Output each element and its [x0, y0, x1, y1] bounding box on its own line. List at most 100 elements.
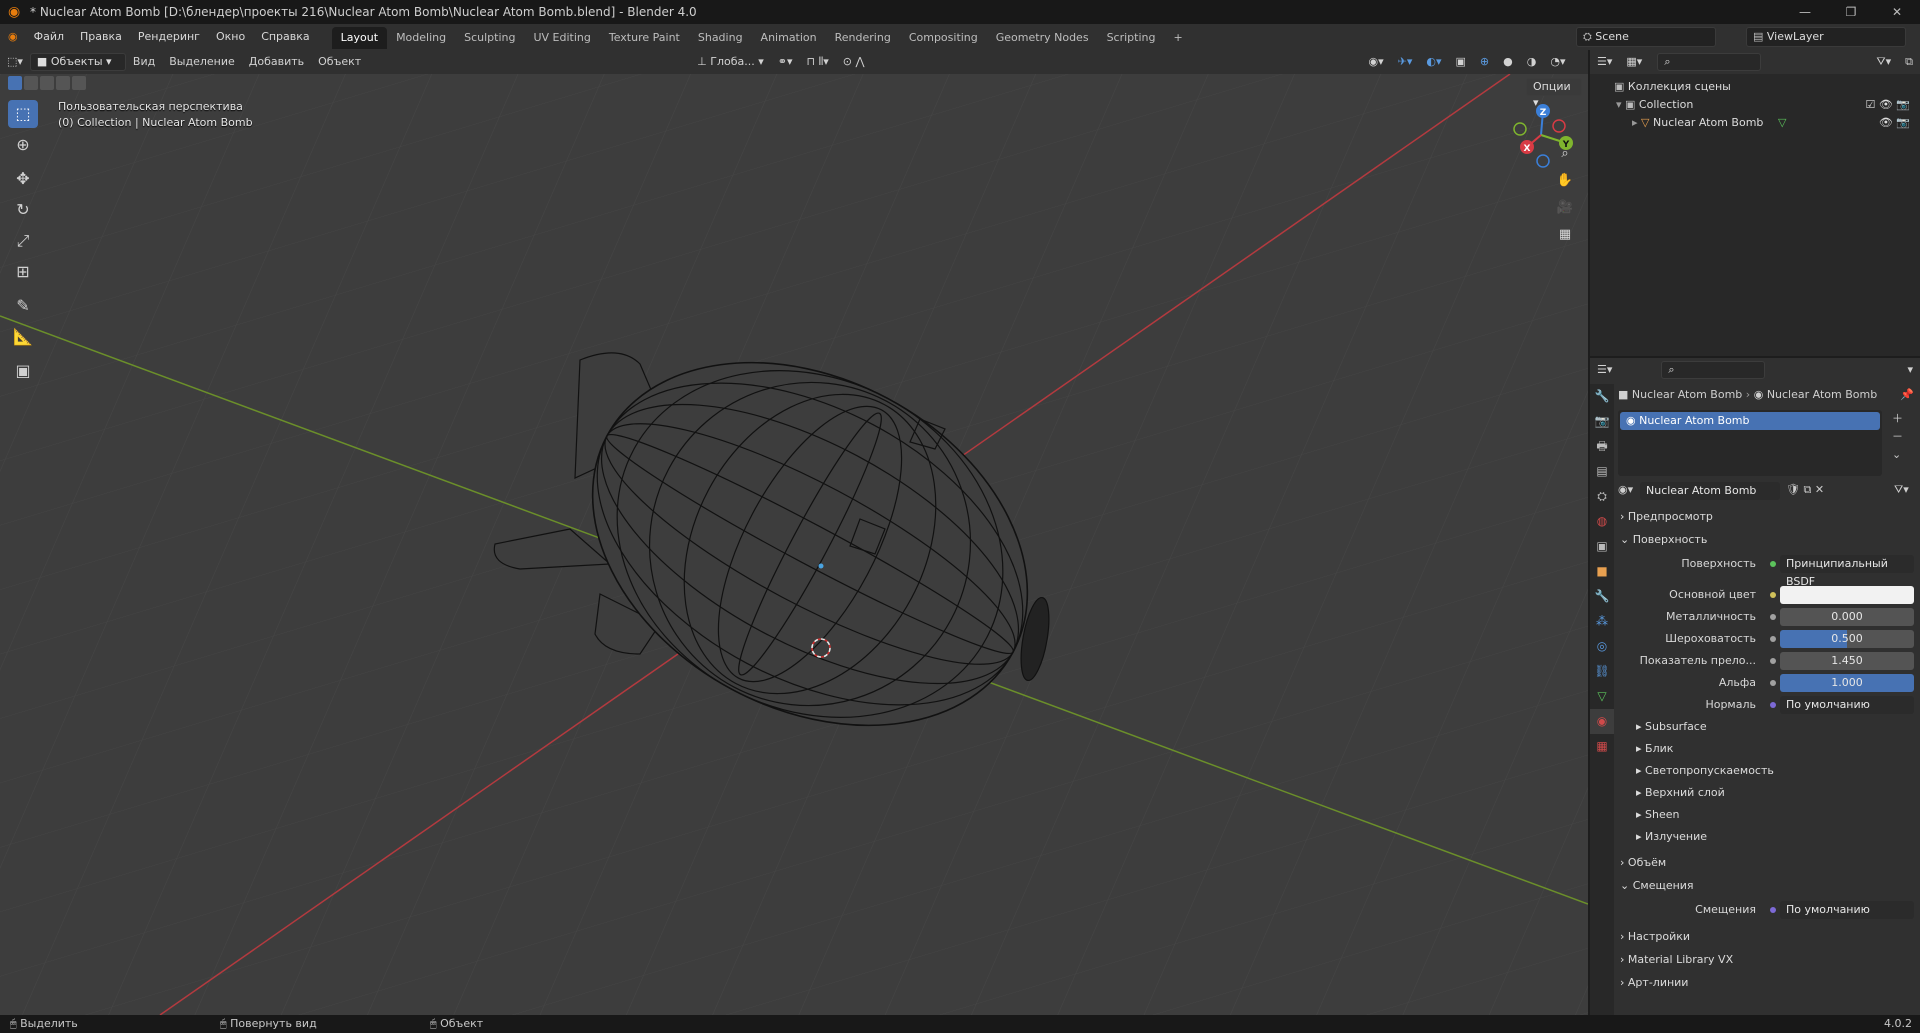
unlink-material-icon[interactable]: ✕ — [1815, 483, 1824, 496]
tab-output-icon[interactable]: 🖶 — [1590, 434, 1614, 459]
minimize-icon[interactable]: — — [1782, 0, 1828, 24]
menu-window[interactable]: Окно — [208, 24, 253, 50]
properties-editor-type-icon[interactable]: ☰▾ — [1590, 358, 1619, 382]
ortho-toggle-icon[interactable]: ▦ — [1553, 223, 1577, 247]
browse-material-icon[interactable]: ◉▾ — [1618, 483, 1633, 496]
shading-rendered-icon[interactable]: ◔▾ — [1543, 50, 1572, 74]
mode-selector[interactable]: ■ Объекты ▾ — [29, 53, 126, 71]
material-name-field[interactable]: Nuclear Atom Bomb — [1640, 482, 1780, 500]
subpanel-subsurface[interactable]: ▸ Subsurface — [1636, 717, 1916, 737]
subpanel-transmission[interactable]: ▸ Светопропускаемость — [1636, 761, 1916, 781]
menu-help[interactable]: Справка — [253, 24, 317, 50]
ior-field[interactable]: 1.450 — [1780, 652, 1914, 670]
measure-tool-icon[interactable]: 📐 — [8, 323, 38, 351]
transform-orientation-dropdown[interactable]: ⊥ Глоба... ▾ — [690, 50, 771, 74]
tab-compositing[interactable]: Compositing — [900, 27, 987, 49]
tab-modifiers-icon[interactable]: 🔧 — [1590, 584, 1614, 609]
proportional-edit-icon[interactable]: ⊙ ⋀ — [836, 50, 872, 74]
annotate-tool-icon[interactable]: ✎ — [8, 292, 38, 320]
material-filter-icon[interactable]: ⛛▾ — [1894, 483, 1909, 497]
scene-selector[interactable]: ⛭ Scene — [1576, 27, 1716, 47]
tab-animation[interactable]: Animation — [752, 27, 826, 49]
editor-type-icon[interactable]: ⬚▾ — [0, 50, 30, 74]
expand-icon[interactable]: ▸ — [1632, 116, 1641, 129]
render-icon[interactable]: 📷 — [1896, 98, 1910, 111]
restore-icon[interactable]: ❐ — [1828, 0, 1874, 24]
outliner-editor-type-icon[interactable]: ☰▾ — [1590, 50, 1619, 74]
tab-scripting[interactable]: Scripting — [1098, 27, 1165, 49]
outliner-row-collection[interactable]: ▾ ▣ Collection ☑ 👁 📷 — [1590, 96, 1920, 114]
add-slot-button[interactable]: ＋ — [1892, 410, 1903, 428]
subpanel-emission[interactable]: ▸ Излучение — [1636, 827, 1916, 847]
tab-shading[interactable]: Shading — [689, 27, 752, 49]
tab-object-icon[interactable]: ■ — [1590, 559, 1614, 584]
normal-field[interactable]: По умолчанию — [1780, 696, 1914, 714]
subpanel-sheen[interactable]: ▸ Sheen — [1636, 805, 1916, 825]
eye-icon[interactable]: 👁 — [1879, 116, 1893, 129]
remove-slot-button[interactable]: － — [1892, 428, 1903, 446]
fake-user-icon[interactable]: 🛡 — [1786, 483, 1800, 496]
display-mode-icon[interactable]: ▦▾ — [1619, 50, 1649, 74]
menu-edit[interactable]: Правка — [72, 24, 130, 50]
view-layer-selector[interactable]: ▤ ViewLayer — [1746, 27, 1906, 47]
options-dropdown[interactable]: Опции ▾ — [1526, 78, 1582, 109]
subpanel-coat[interactable]: ▸ Верхний слой — [1636, 783, 1916, 803]
tab-constraints-icon[interactable]: ⛓ — [1590, 659, 1614, 684]
tab-texture-icon[interactable]: ▦ — [1590, 734, 1614, 759]
tab-scene-icon[interactable]: ⛭ — [1590, 484, 1614, 509]
menu-select[interactable]: Выделение — [162, 50, 242, 74]
mesh-data-icon[interactable]: ▽ — [1778, 114, 1786, 132]
tab-data-icon[interactable]: ▽ — [1590, 684, 1614, 709]
close-icon[interactable]: ✕ — [1874, 0, 1920, 24]
menu-object[interactable]: Объект — [311, 50, 368, 74]
properties-options-icon[interactable]: ▾ — [1900, 358, 1920, 382]
3d-viewport[interactable]: Z Y X Пользовательская перспектива (0) C… — [0, 74, 1588, 1015]
zoom-icon[interactable]: ⌕ — [1553, 142, 1577, 166]
pin-icon[interactable]: 📌 — [1900, 384, 1914, 406]
tab-sculpting[interactable]: Sculpting — [455, 27, 524, 49]
menu-render[interactable]: Рендеринг — [130, 24, 208, 50]
add-cube-tool-icon[interactable]: ▣ — [8, 357, 38, 385]
blender-menu-icon[interactable]: ◉ — [0, 24, 26, 50]
section-volume[interactable]: › Объём — [1620, 852, 1916, 874]
add-workspace-button[interactable]: + — [1164, 27, 1191, 49]
roughness-field[interactable]: 0.500 — [1780, 630, 1914, 648]
menu-add[interactable]: Добавить — [242, 50, 311, 74]
section-surface[interactable]: ⌄ Поверхность — [1620, 529, 1916, 551]
tab-uv-editing[interactable]: UV Editing — [524, 27, 599, 49]
tab-view-layer-icon[interactable]: ▤ — [1590, 459, 1614, 484]
tab-modeling[interactable]: Modeling — [387, 27, 455, 49]
section-preview[interactable]: › Предпросмотр — [1620, 506, 1916, 528]
select-new-icon[interactable] — [8, 76, 22, 90]
tab-layout[interactable]: Layout — [331, 27, 388, 49]
select-intersect-icon[interactable] — [72, 76, 86, 90]
surface-shader-field[interactable]: Принципиальный BSDF — [1780, 555, 1914, 588]
material-slot-list[interactable]: ◉ Nuclear Atom Bomb — [1618, 410, 1882, 476]
select-box-tool-icon[interactable]: ⬚ — [8, 100, 38, 128]
tab-tool-icon[interactable]: 🔧 — [1590, 384, 1614, 409]
menu-file[interactable]: Файл — [26, 24, 72, 50]
section-material-library[interactable]: › Material Library VX — [1620, 949, 1916, 971]
filter-icon[interactable]: ⛛▾ — [1869, 50, 1898, 74]
exclude-checkbox-icon[interactable]: ☑ — [1865, 98, 1875, 111]
outliner-row-scene-collection[interactable]: ▣ Коллекция сцены — [1590, 78, 1920, 96]
subpanel-specular[interactable]: ▸ Блик — [1636, 739, 1916, 759]
pan-hand-icon[interactable]: ✋ — [1553, 169, 1577, 193]
tab-texture-paint[interactable]: Texture Paint — [600, 27, 689, 49]
section-displacement[interactable]: ⌄ Смещения — [1620, 875, 1916, 897]
duplicate-material-icon[interactable]: ⧉ — [1803, 483, 1811, 496]
xray-icon[interactable]: ▣ — [1449, 50, 1473, 74]
shading-solid-icon[interactable]: ● — [1496, 50, 1520, 74]
pivot-icon[interactable]: ⚭▾ — [771, 50, 800, 74]
move-tool-icon[interactable]: ✥ — [8, 165, 38, 193]
displacement-field[interactable]: По умолчанию — [1780, 901, 1914, 919]
new-collection-icon[interactable]: ⧉ — [1898, 50, 1920, 74]
shading-wireframe-icon[interactable]: ⊕ — [1473, 50, 1496, 74]
tab-particles-icon[interactable]: ⁂ — [1590, 609, 1614, 634]
scale-tool-icon[interactable]: ⤢ — [8, 227, 38, 255]
tab-collection-icon[interactable]: ▣ — [1590, 534, 1614, 559]
tab-render-icon[interactable]: 📷 — [1590, 409, 1614, 434]
outliner-row-object[interactable]: ▸ ▽ Nuclear Atom Bomb ▽ 👁 📷 — [1590, 114, 1920, 132]
expand-icon[interactable]: ▾ — [1616, 98, 1625, 111]
outliner-search-input[interactable]: ⌕ — [1657, 53, 1762, 71]
